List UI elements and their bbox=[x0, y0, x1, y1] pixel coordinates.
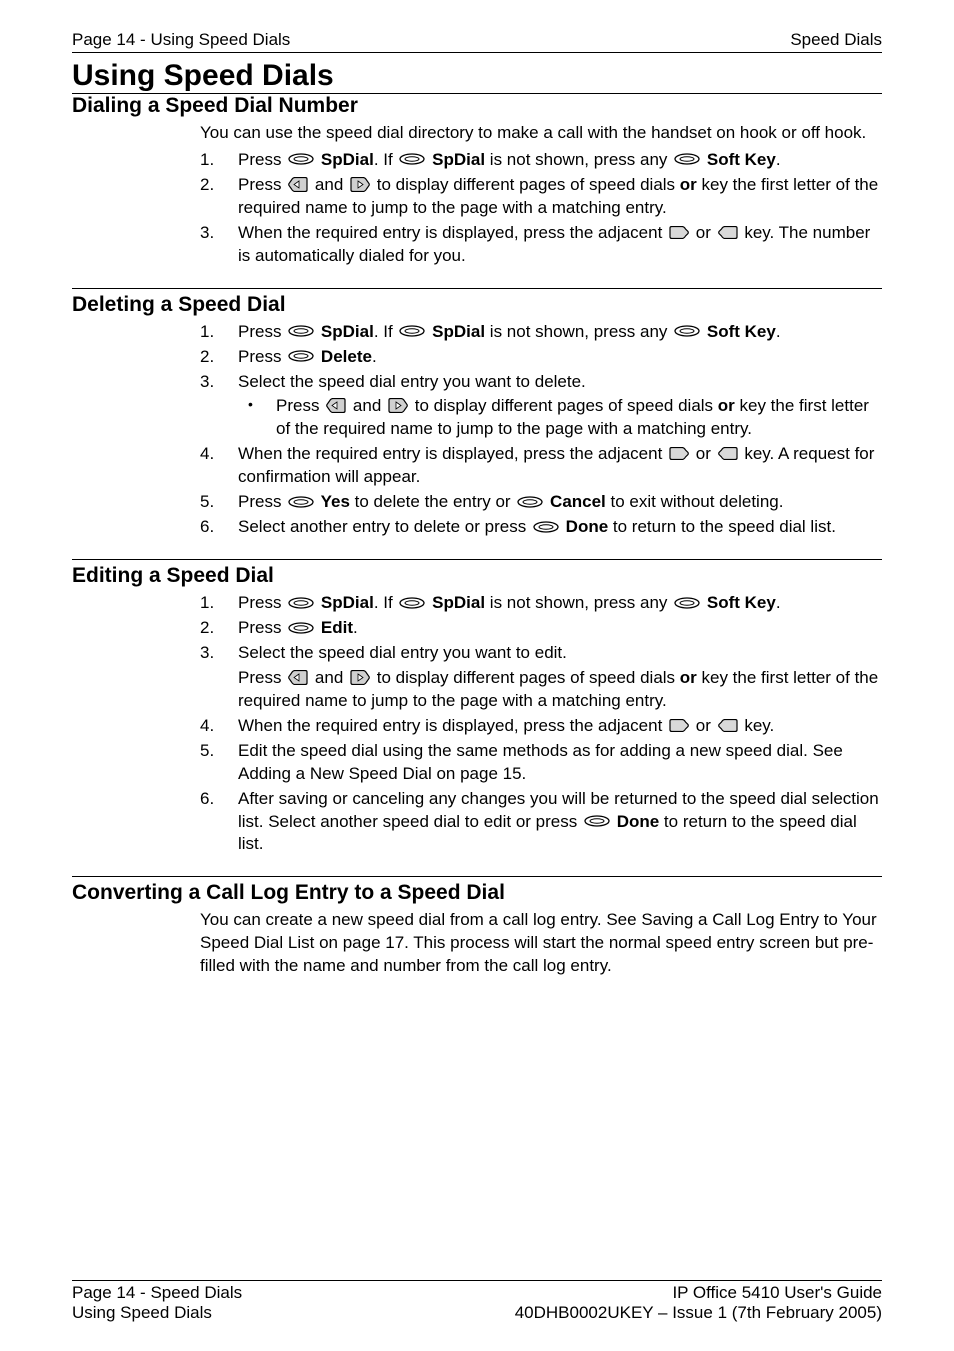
list-item: After saving or canceling any changes yo… bbox=[200, 788, 882, 857]
right-arrow-key-icon bbox=[350, 670, 370, 685]
lozenge-icon bbox=[517, 496, 543, 508]
lozenge-icon bbox=[399, 325, 425, 337]
lozenge-icon bbox=[584, 815, 610, 827]
right-key-icon bbox=[669, 447, 689, 460]
list-item: When the required entry is displayed, pr… bbox=[200, 443, 882, 489]
steps-deleting: Press SpDial. If SpDial is not shown, pr… bbox=[200, 321, 882, 539]
footer-left: Page 14 - Speed Dials Using Speed Dials bbox=[72, 1283, 242, 1323]
page-title: Using Speed Dials bbox=[72, 59, 882, 94]
left-key-icon bbox=[718, 719, 738, 732]
section-body-dialing: You can use the speed dial directory to … bbox=[200, 122, 882, 268]
sub-paragraph: Press and to display different pages of … bbox=[238, 667, 882, 713]
list-item: Select the speed dial entry you want to … bbox=[200, 642, 882, 713]
intro-text: You can create a new speed dial from a c… bbox=[200, 909, 882, 978]
right-key-icon bbox=[669, 719, 689, 732]
intro-text: You can use the speed dial directory to … bbox=[200, 122, 882, 145]
list-item: Press SpDial. If SpDial is not shown, pr… bbox=[200, 149, 882, 172]
left-arrow-key-icon bbox=[288, 670, 308, 685]
list-item: Select the speed dial entry you want to … bbox=[200, 371, 882, 442]
left-arrow-key-icon bbox=[288, 177, 308, 192]
lozenge-icon bbox=[288, 496, 314, 508]
lozenge-icon bbox=[288, 597, 314, 609]
lozenge-icon bbox=[288, 153, 314, 165]
page-header: Page 14 - Using Speed Dials Speed Dials bbox=[72, 30, 882, 53]
right-arrow-key-icon bbox=[350, 177, 370, 192]
list-item: Press and to display different pages of … bbox=[200, 174, 882, 220]
list-item: When the required entry is displayed, pr… bbox=[200, 715, 882, 738]
footer-right: IP Office 5410 User's Guide 40DHB0002UKE… bbox=[515, 1283, 882, 1323]
list-item: Press Edit. bbox=[200, 617, 882, 640]
list-item: Press SpDial. If SpDial is not shown, pr… bbox=[200, 592, 882, 615]
steps-dialing: Press SpDial. If SpDial is not shown, pr… bbox=[200, 149, 882, 268]
divider bbox=[72, 1280, 882, 1281]
section-body-deleting: Press SpDial. If SpDial is not shown, pr… bbox=[200, 321, 882, 539]
divider bbox=[72, 288, 882, 289]
left-key-icon bbox=[718, 447, 738, 460]
lozenge-icon bbox=[399, 153, 425, 165]
right-key-icon bbox=[669, 226, 689, 239]
list-item: Select another entry to delete or press … bbox=[200, 516, 882, 539]
lozenge-icon bbox=[674, 153, 700, 165]
divider bbox=[72, 876, 882, 877]
list-item: Press and to display different pages of … bbox=[238, 395, 882, 441]
header-right: Speed Dials bbox=[790, 30, 882, 50]
sub-bullets: Press and to display different pages of … bbox=[238, 395, 882, 441]
lozenge-icon bbox=[288, 325, 314, 337]
left-arrow-key-icon bbox=[326, 398, 346, 413]
lozenge-icon bbox=[533, 521, 559, 533]
header-left: Page 14 - Using Speed Dials bbox=[72, 30, 290, 50]
right-arrow-key-icon bbox=[388, 398, 408, 413]
divider bbox=[72, 559, 882, 560]
list-item: Press SpDial. If SpDial is not shown, pr… bbox=[200, 321, 882, 344]
section-title-deleting: Deleting a Speed Dial bbox=[72, 293, 882, 317]
section-title-dialing: Dialing a Speed Dial Number bbox=[72, 94, 882, 118]
lozenge-icon bbox=[288, 622, 314, 634]
list-item: Press Delete. bbox=[200, 346, 882, 369]
lozenge-icon bbox=[288, 350, 314, 362]
list-item: Edit the speed dial using the same metho… bbox=[200, 740, 882, 786]
left-key-icon bbox=[718, 226, 738, 239]
list-item: Press Yes to delete the entry or Cancel … bbox=[200, 491, 882, 514]
lozenge-icon bbox=[674, 597, 700, 609]
steps-editing: Press SpDial. If SpDial is not shown, pr… bbox=[200, 592, 882, 856]
section-title-editing: Editing a Speed Dial bbox=[72, 564, 882, 588]
section-body-converting: You can create a new speed dial from a c… bbox=[200, 909, 882, 978]
page-footer: Page 14 - Speed Dials Using Speed Dials … bbox=[72, 1280, 882, 1323]
lozenge-icon bbox=[399, 597, 425, 609]
lozenge-icon bbox=[674, 325, 700, 337]
section-title-converting: Converting a Call Log Entry to a Speed D… bbox=[72, 881, 882, 905]
list-item: When the required entry is displayed, pr… bbox=[200, 222, 882, 268]
section-body-editing: Press SpDial. If SpDial is not shown, pr… bbox=[200, 592, 882, 856]
